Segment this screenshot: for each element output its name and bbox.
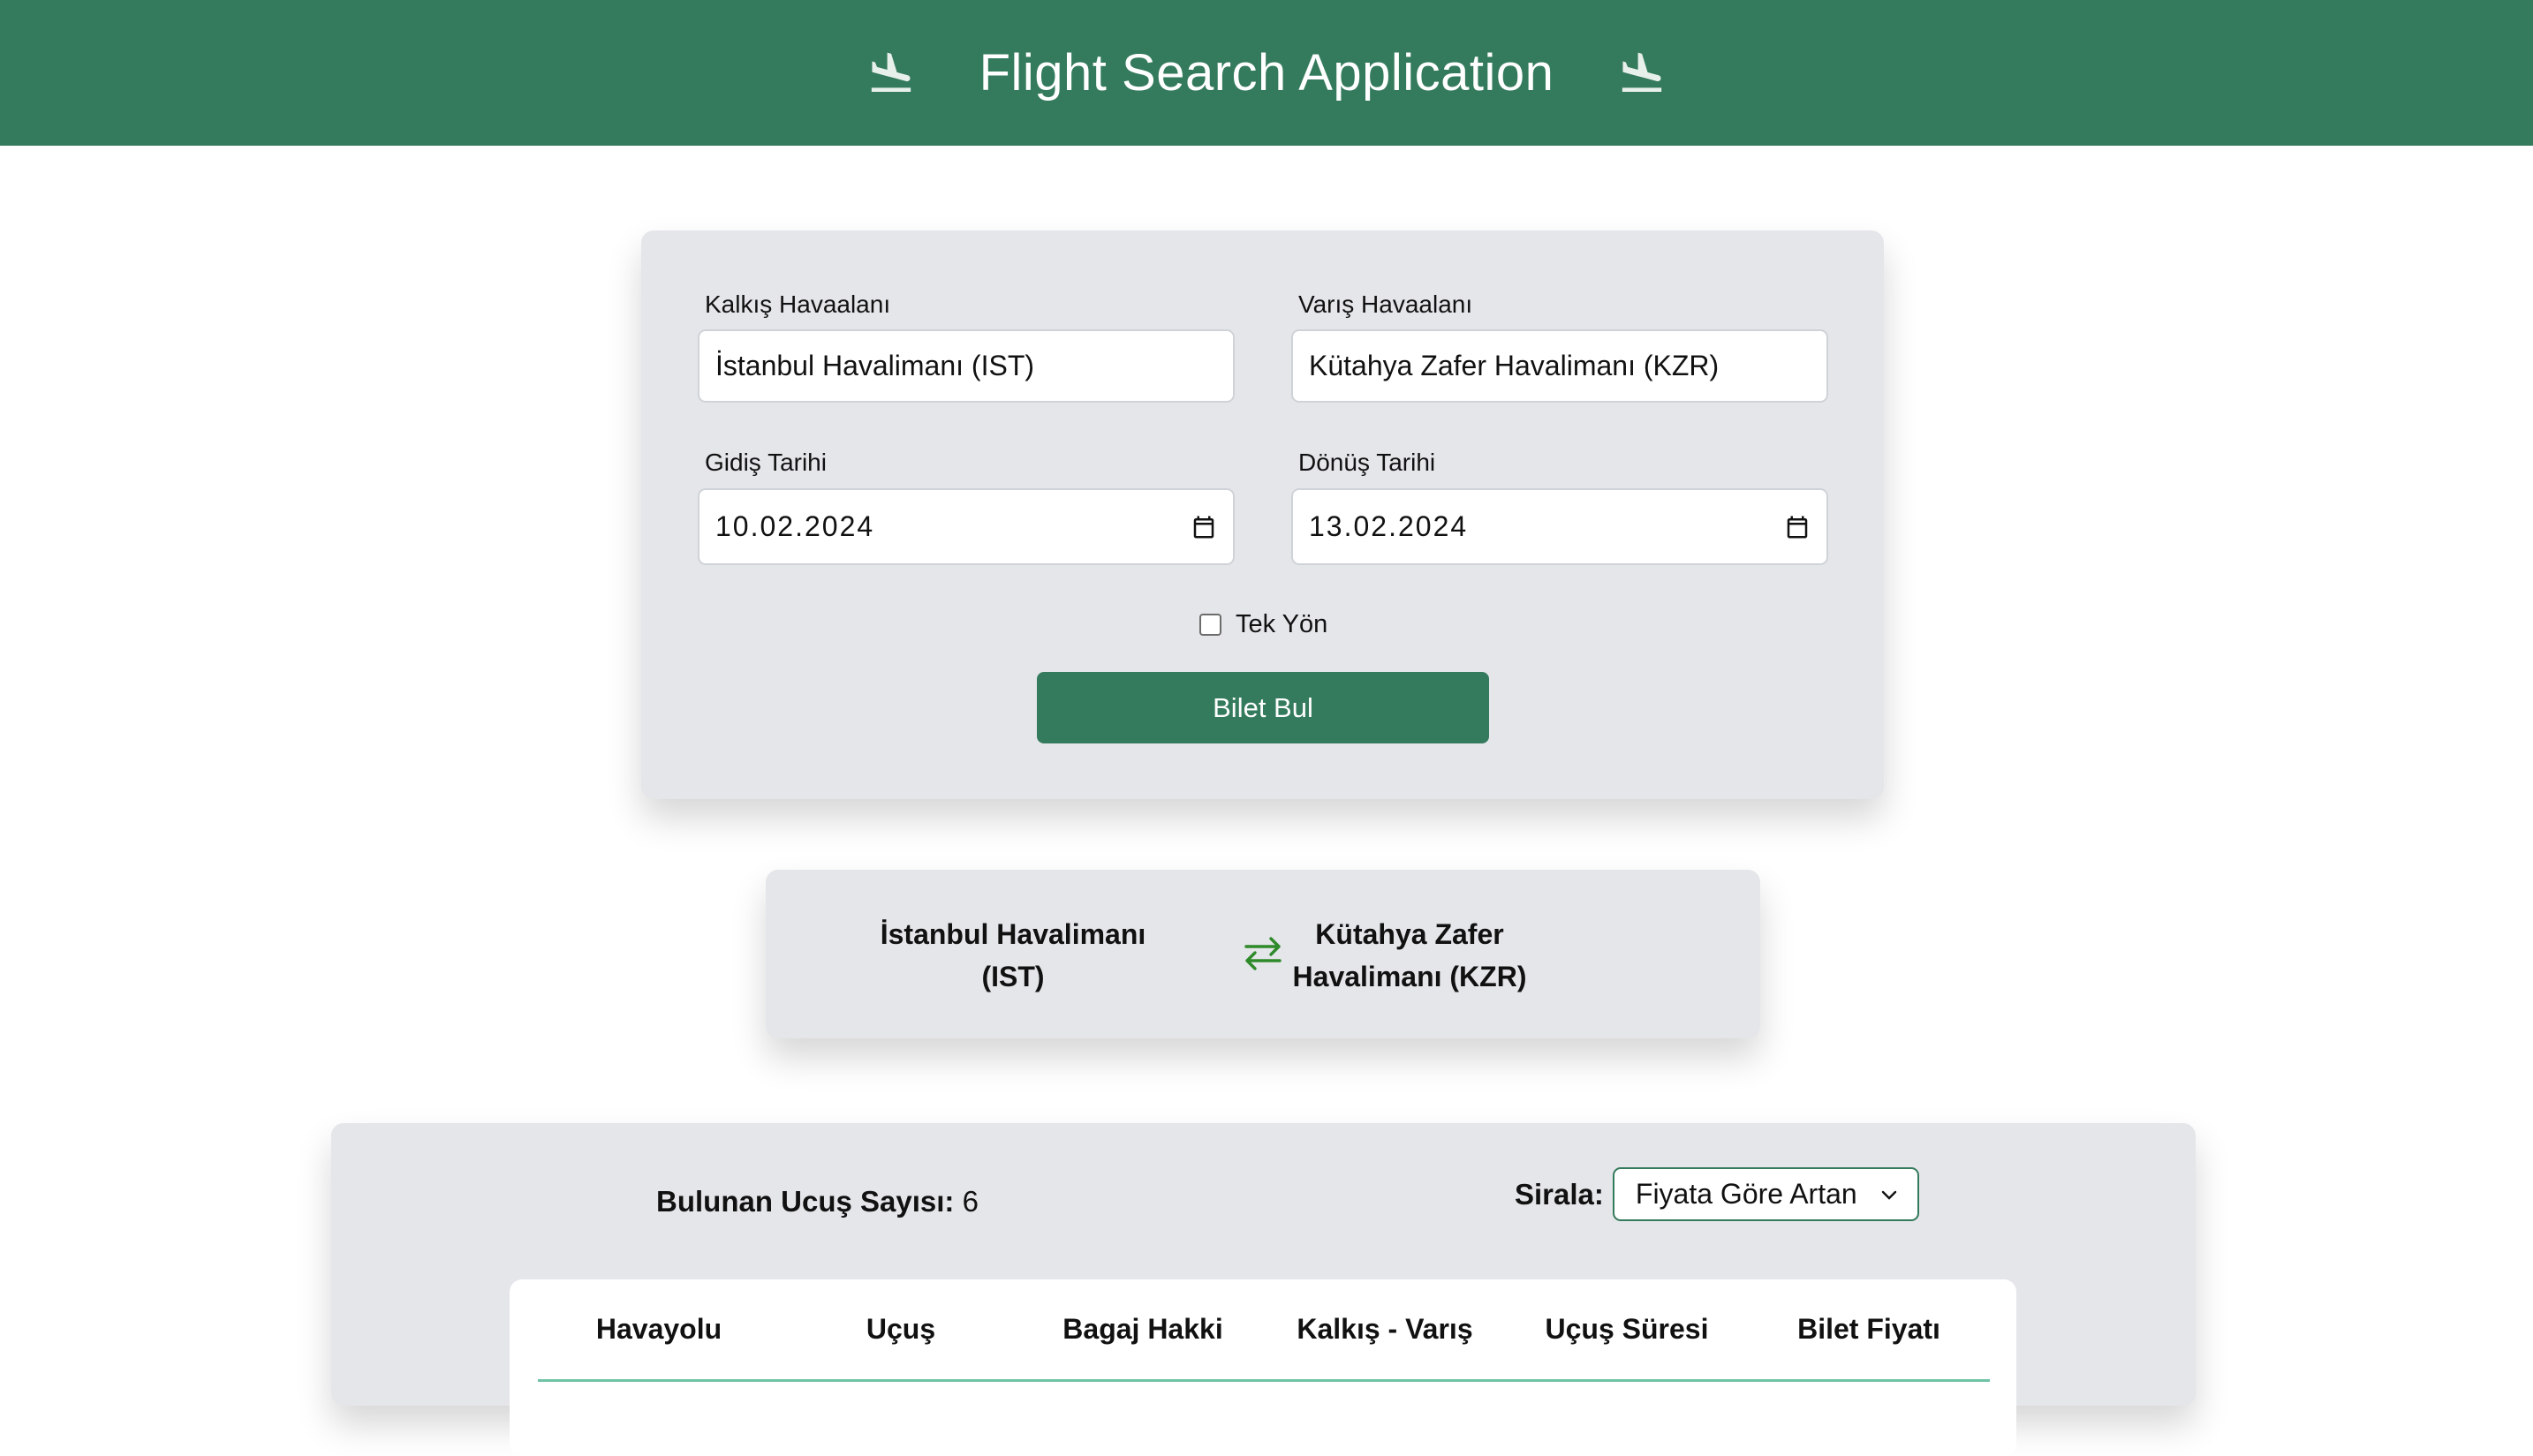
route-summary: İstanbul Havalimanı (IST) Kütahya Zafer … [766, 870, 1760, 1038]
departure-label: Kalkış Havaalanı [705, 290, 891, 318]
route-to: Kütahya Zafer Havalimanı (KZR) [1292, 918, 1527, 992]
chevron-down-icon [1881, 1190, 1897, 1200]
sort-control: Sirala: Fiyata Göre Artan [1515, 1167, 1919, 1221]
column-header-duration[interactable]: Uçuş Süresi [1506, 1279, 1748, 1379]
column-header-price[interactable]: Bilet Fiyatı [1748, 1279, 1990, 1379]
arrival-airport-input[interactable]: Kütahya Zafer Havalimanı (KZR) [1291, 329, 1828, 403]
sort-label: Sirala: [1515, 1177, 1604, 1211]
search-form: Kalkış Havaalanı İstanbul Havalimanı (IS… [641, 230, 1884, 799]
column-header-airline[interactable]: Havayolu [538, 1279, 780, 1379]
page-title: Flight Search Application [979, 44, 1554, 102]
calendar-icon[interactable] [1191, 514, 1217, 540]
flight-count-label: Bulunan Ucuş Sayısı: [656, 1185, 955, 1218]
arrival-label: Varış Havaalanı [1298, 290, 1473, 318]
column-header-departure-arrival[interactable]: Kalkış - Varış [1264, 1279, 1506, 1379]
return-date-input[interactable]: 13.02.2024 [1291, 488, 1828, 565]
column-header-baggage[interactable]: Bagaj Hakki [1022, 1279, 1264, 1379]
depart-date-label: Gidiş Tarihi [705, 449, 827, 476]
sort-select[interactable]: Fiyata Göre Artan [1612, 1167, 1919, 1221]
depart-date-value: 10.02.2024 [715, 510, 875, 542]
flight-land-icon [871, 52, 911, 92]
flight-land-icon [1622, 52, 1662, 92]
calendar-icon[interactable] [1784, 514, 1811, 540]
departure-airport-input[interactable]: İstanbul Havalimanı (IST) [698, 329, 1235, 403]
route-from: İstanbul Havalimanı (IST) [880, 918, 1146, 992]
flight-count-value: 6 [962, 1185, 979, 1218]
one-way-checkbox[interactable] [1199, 614, 1221, 636]
flight-count: Bulunan Ucuş Sayısı: 6 [656, 1185, 979, 1218]
return-date-value: 13.02.2024 [1309, 510, 1469, 542]
results-panel: Bulunan Ucuş Sayısı: 6 Sirala: Fiyata Gö… [331, 1123, 2196, 1456]
arrival-airport-value: Kütahya Zafer Havalimanı (KZR) [1309, 350, 1720, 381]
column-header-flight[interactable]: Uçuş [780, 1279, 1022, 1379]
find-ticket-button[interactable]: Bilet Bul [1037, 672, 1489, 743]
one-way-label: Tek Yön [1236, 610, 1328, 638]
sort-select-value: Fiyata Göre Artan [1635, 1178, 1857, 1210]
results-table: Havayolu Uçuş Bagaj Hakki Kalkış - Varış… [510, 1279, 2016, 1456]
departure-airport-value: İstanbul Havalimanı (IST) [715, 350, 1035, 381]
return-date-label: Dönüş Tarihi [1298, 449, 1436, 476]
app-header: Flight Search Application [0, 0, 2533, 146]
one-way-option[interactable]: Tek Yön [1199, 610, 1327, 639]
depart-date-input[interactable]: 10.02.2024 [698, 488, 1235, 565]
